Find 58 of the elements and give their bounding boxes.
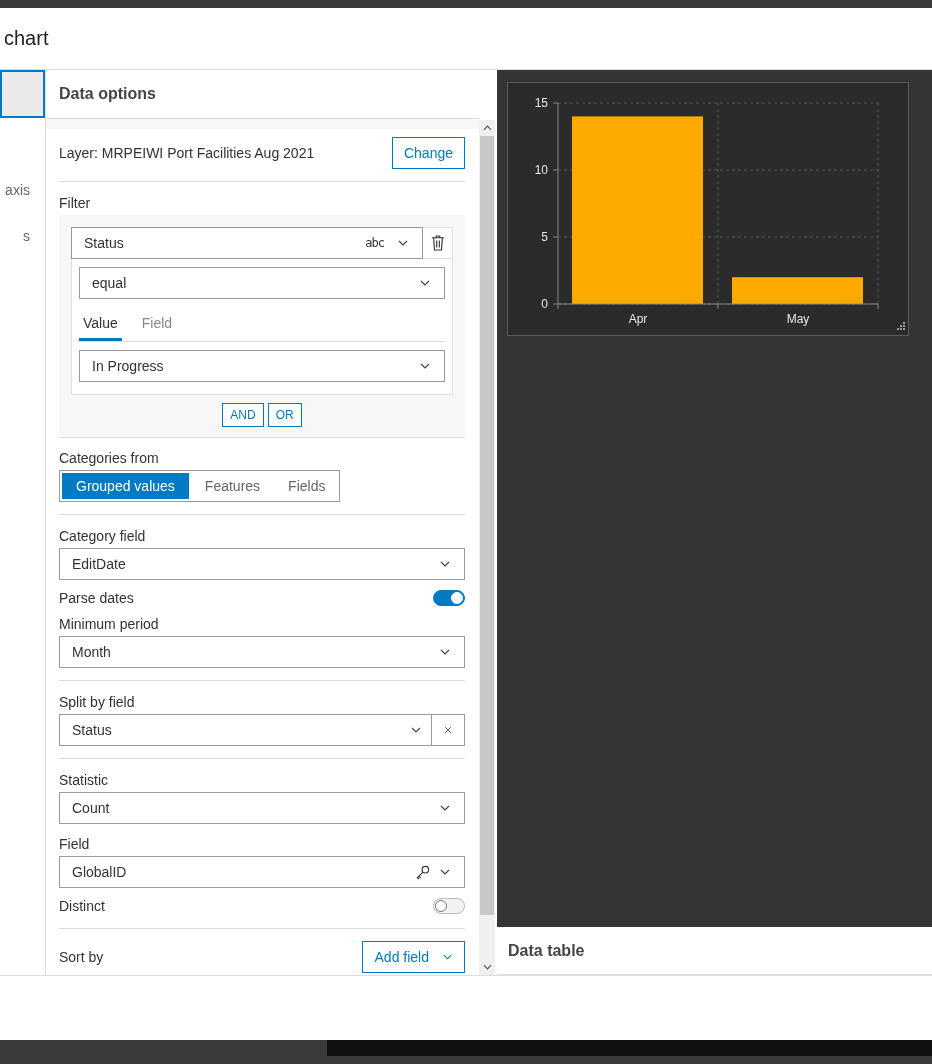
sidebar-item[interactable]: axis [0,168,45,212]
x-tick-label: Apr [628,312,648,326]
field-label: Categories from [59,450,159,466]
logic-button[interactable]: OR [267,403,302,427]
chevron-down-icon [398,240,408,246]
y-tick-label: 15 [534,96,548,110]
scrollbar[interactable] [479,120,495,975]
value-select[interactable]: In Progress [79,350,445,382]
x-tick-label: May [786,312,810,326]
logic-button[interactable]: AND [222,403,264,427]
filter-label: Filter [59,195,91,211]
add-field-button[interactable]: Add field [361,941,465,973]
chevron-down-icon [411,727,421,733]
field-label: Statistic [59,772,108,788]
field-label: Distinct [59,898,105,914]
chevron-down-icon [443,954,452,960]
data-table-title: Data table [508,941,585,960]
operator-select[interactable]: equal [79,267,445,299]
field-label: Sort by [59,948,104,965]
dialog-title: chart [3,27,49,50]
tab[interactable]: Field [137,309,177,341]
chevron-down-icon [420,280,430,286]
toggle-switch[interactable] [433,898,465,914]
key-icon [415,864,430,880]
scroll-down-icon[interactable] [482,964,492,970]
chevron-down-icon [440,561,450,567]
field-label: Category field [59,528,146,544]
y-tick-label: 10 [534,163,548,177]
tab[interactable]: Value [79,309,122,341]
field-select[interactable]: Status abc [71,227,423,259]
sidebar-item[interactable]: s [0,212,45,260]
y-tick-label: 0 [541,297,548,311]
y-tick-label: 5 [541,230,548,244]
sidebar-item[interactable] [0,70,45,118]
panel-title: Data options [59,85,156,103]
statistic-select[interactable]: Count [59,792,465,824]
delete-button[interactable] [423,227,453,259]
change-button[interactable]: Change [391,137,465,169]
field-label: Field [59,836,90,852]
resize-handle-icon[interactable] [897,322,905,330]
toggle-switch[interactable] [433,590,465,606]
scroll-thumb[interactable] [480,136,494,915]
field-select[interactable]: GlobalID [59,856,465,888]
category-field-select[interactable]: EditDate [59,548,465,580]
chevron-down-icon [440,649,450,655]
period-select[interactable]: Month [59,636,465,668]
chevron-down-icon [440,869,450,875]
scroll-up-icon[interactable] [482,125,492,131]
chevron-down-icon [440,805,450,811]
segment-option[interactable]: Grouped values [60,471,191,501]
layer-label: Layer: MRPEIWI Port Facilities Aug 2021 [59,145,315,161]
field-label: Minimum period [59,616,159,632]
split-field-select[interactable]: Status [59,714,465,746]
field-label: Parse dates [59,590,134,606]
trash-icon [430,235,445,251]
field-label: Split by field [59,694,135,710]
chevron-down-icon [420,363,430,369]
close-icon[interactable] [444,726,452,734]
